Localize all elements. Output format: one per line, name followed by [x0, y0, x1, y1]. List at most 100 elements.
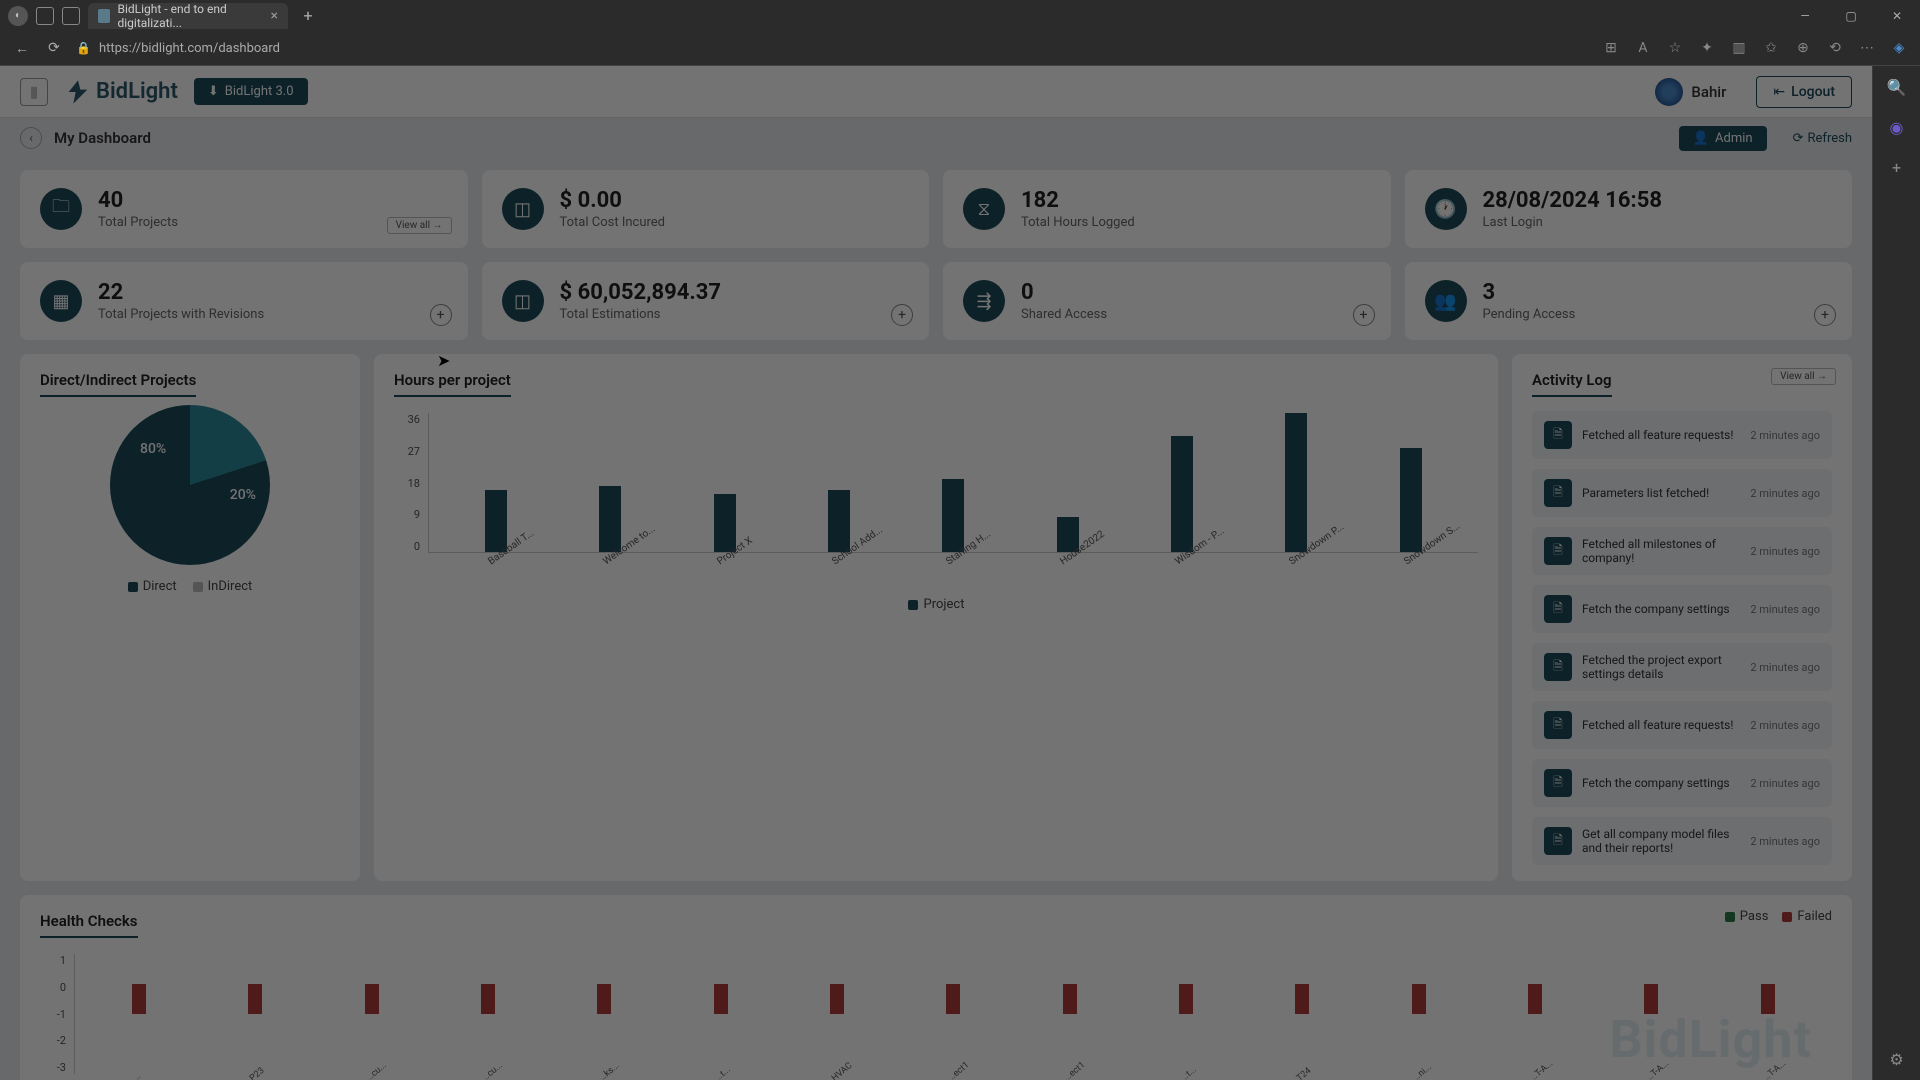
health-bar: [946, 984, 960, 1014]
stat-label: Pending Access: [1483, 307, 1576, 322]
page-title: My Dashboard: [54, 129, 151, 147]
sidebar-toggle-button[interactable]: ▮: [20, 78, 48, 106]
browser-tab[interactable]: BidLight - end to end digitalizati... ×: [88, 3, 288, 29]
split-icon[interactable]: ▥: [1730, 39, 1748, 57]
pie-chart: 80% 20%: [110, 405, 270, 565]
logo-icon: [64, 78, 92, 106]
bar-x-label: Snowdown P...: [1285, 542, 1325, 586]
back-button[interactable]: ←: [12, 38, 32, 58]
favorites-bar-icon[interactable]: ✩: [1762, 39, 1780, 57]
collections-icon[interactable]: ⊕: [1794, 39, 1812, 57]
activity-text: Get all company model files and their re…: [1582, 827, 1740, 855]
hourglass-icon: ⧖: [963, 188, 1005, 230]
health-bar: [132, 984, 146, 1014]
address-bar[interactable]: 🔒 https://bidlight.com/dashboard: [76, 41, 1590, 56]
sync-icon[interactable]: ⟲: [1826, 39, 1844, 57]
lock-icon: 🔒: [76, 41, 91, 55]
text-size-icon[interactable]: A: [1634, 39, 1652, 57]
legend-direct: Direct: [128, 579, 177, 594]
revisions-icon: ▦: [40, 280, 82, 322]
tab-overview-icon[interactable]: [62, 7, 80, 25]
favorite-icon[interactable]: ☆: [1666, 39, 1684, 57]
reload-button[interactable]: ⟳: [44, 38, 64, 58]
logout-icon: ⇤: [1773, 84, 1785, 100]
health-bar: [1528, 984, 1542, 1014]
activity-item[interactable]: 🗎 Fetched all milestones of company! 2 m…: [1532, 527, 1832, 575]
copilot-icon[interactable]: ◈: [1890, 39, 1908, 57]
health-checks-panel: Health Checks Pass Failed 10-1-2-3 ...P2…: [20, 895, 1852, 1080]
extension-icon[interactable]: ✦: [1698, 39, 1716, 57]
profile-avatar-icon[interactable]: ◐: [8, 6, 28, 26]
workspace-icon[interactable]: [36, 7, 54, 25]
health-bar: [1063, 984, 1077, 1014]
activity-item[interactable]: 🗎 Get all company model files and their …: [1532, 817, 1832, 865]
activity-view-all-button[interactable]: View all →: [1771, 368, 1836, 385]
refresh-button[interactable]: ⟳ Refresh: [1793, 131, 1852, 146]
activity-icon: 🗎: [1544, 653, 1572, 681]
chat-sidebar-icon[interactable]: ◉: [1886, 116, 1908, 138]
health-bar: [1179, 984, 1193, 1014]
stat-label: Total Estimations: [560, 307, 722, 322]
stat-card: ▦ 22 Total Projects with Revisions +: [20, 262, 468, 340]
activity-icon: 🗎: [1544, 479, 1572, 507]
user-menu[interactable]: Bahir: [1655, 78, 1726, 106]
stat-card: ⇶ 0 Shared Access +: [943, 262, 1391, 340]
pie-title: Direct/Indirect Projects: [40, 371, 196, 397]
bar: [485, 490, 507, 552]
activity-icon: 🗎: [1544, 537, 1572, 565]
add-sidebar-icon[interactable]: +: [1886, 156, 1908, 178]
close-tab-icon[interactable]: ×: [271, 8, 278, 24]
pie-label-indirect: 20%: [230, 487, 256, 503]
activity-item[interactable]: 🗎 Fetched all feature requests! 2 minute…: [1532, 701, 1832, 749]
logout-button[interactable]: ⇤ Logout: [1756, 76, 1852, 108]
health-bar: [1761, 984, 1775, 1014]
stat-value: $ 60,052,894.37: [560, 280, 722, 305]
stat-value: $ 0.00: [560, 188, 666, 213]
direct-indirect-panel: Direct/Indirect Projects 80% 20% Direct …: [20, 354, 360, 881]
health-bar-wrap: [132, 954, 146, 1074]
bar: [714, 494, 736, 552]
maximize-button[interactable]: ▢: [1828, 0, 1874, 32]
health-bar: [1412, 984, 1426, 1014]
activity-icon: 🗎: [1544, 421, 1572, 449]
activity-item[interactable]: 🗎 Fetched the project export settings de…: [1532, 643, 1832, 691]
activity-time: 2 minutes ago: [1750, 545, 1820, 558]
pie-label-direct: 80%: [140, 441, 166, 457]
stat-label: Total Projects: [98, 215, 178, 230]
minimize-button[interactable]: —: [1782, 0, 1828, 32]
favicon: [98, 9, 110, 23]
stat-card: 👥 3 Pending Access +: [1405, 262, 1853, 340]
activity-item[interactable]: 🗎 Fetch the company settings 2 minutes a…: [1532, 585, 1832, 633]
view-all-button[interactable]: View all →: [387, 217, 452, 234]
legend-failed: Failed: [1782, 909, 1832, 924]
settings-sidebar-icon[interactable]: ⚙: [1886, 1048, 1908, 1070]
back-arrow-button[interactable]: ‹: [20, 127, 42, 149]
share-icon: ⇶: [963, 280, 1005, 322]
more-icon[interactable]: ⋯: [1858, 39, 1876, 57]
activity-log-panel: Activity Log View all → 🗎 Fetched all fe…: [1512, 354, 1852, 881]
health-bar-wrap: [1412, 954, 1426, 1074]
activity-title: Activity Log: [1532, 371, 1612, 397]
bar-title: Hours per project: [394, 371, 511, 397]
app-icon[interactable]: ⊞: [1602, 39, 1620, 57]
activity-item[interactable]: 🗎 Fetch the company settings 2 minutes a…: [1532, 759, 1832, 807]
search-sidebar-icon[interactable]: 🔍: [1886, 76, 1908, 98]
health-bar-wrap: [1528, 954, 1542, 1074]
refresh-label: Refresh: [1808, 131, 1852, 146]
health-title: Health Checks: [40, 912, 138, 938]
activity-item[interactable]: 🗎 Fetched all feature requests! 2 minute…: [1532, 411, 1832, 459]
close-window-button[interactable]: ✕: [1874, 0, 1920, 32]
stat-card: 🗀 40 Total Projects View all →: [20, 170, 468, 248]
activity-item[interactable]: 🗎 Parameters list fetched! 2 minutes ago: [1532, 469, 1832, 517]
stat-label: Shared Access: [1021, 307, 1107, 322]
new-tab-button[interactable]: +: [296, 4, 320, 28]
logo[interactable]: BidLight: [64, 78, 178, 106]
add-button[interactable]: +: [430, 304, 452, 326]
user-name: Bahir: [1691, 83, 1726, 101]
add-button[interactable]: +: [891, 304, 913, 326]
admin-button[interactable]: 👤 Admin: [1679, 126, 1767, 151]
download-bidlight-button[interactable]: ⬇ BidLight 3.0: [194, 78, 308, 105]
health-bar: [830, 984, 844, 1014]
add-button[interactable]: +: [1353, 304, 1375, 326]
add-button[interactable]: +: [1814, 304, 1836, 326]
